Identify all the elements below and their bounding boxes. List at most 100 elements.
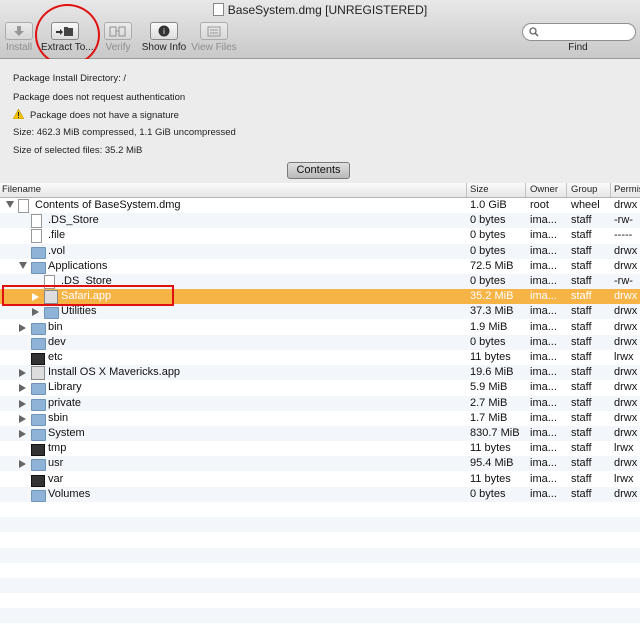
table-row[interactable]: etc 11 bytes ima... staff lrwx (0, 350, 640, 365)
table-row[interactable]: .DS_Store 0 bytes ima... staff -rw- (0, 274, 640, 289)
row-group: staff (571, 381, 592, 394)
terminal-icon (31, 353, 45, 365)
row-filename: Volumes (48, 487, 91, 500)
table-row[interactable]: tmp 11 bytes ima... staff lrwx (0, 441, 640, 457)
table-row[interactable]: usr 95.4 MiB ima... staff drwx (0, 456, 640, 472)
row-permissions: drwx (614, 457, 638, 470)
contents-button[interactable]: Contents (287, 162, 350, 179)
table-row[interactable]: Install OS X Mavericks.app 19.6 MiB ima...… (0, 365, 640, 381)
table-row[interactable]: Safari.app 35.2 MiB ima... staff drwx (0, 289, 640, 305)
table-row[interactable]: Library 5.9 MiB ima... staff drwx (0, 380, 640, 396)
row-owner: ima... (530, 381, 557, 394)
column-group[interactable]: Group (571, 184, 597, 195)
folder-icon (31, 429, 46, 441)
disclosure-expanded-icon[interactable] (6, 201, 14, 208)
row-filename: Contents of BaseSystem.dmg (35, 199, 181, 211)
verify-button[interactable]: Verify (94, 22, 142, 53)
column-filename[interactable]: Filename (2, 184, 41, 195)
row-size: 1.7 MiB (470, 411, 508, 424)
show-info-label: Show Info (141, 42, 187, 53)
row-owner: ima... (530, 275, 557, 287)
info-icon: i (150, 22, 178, 40)
disclosure-collapsed-icon[interactable] (19, 460, 26, 469)
row-group: staff (571, 214, 592, 227)
disclosure-collapsed-icon[interactable] (19, 369, 26, 378)
disclosure-expanded-icon[interactable] (19, 261, 27, 269)
row-permissions: drwx (614, 199, 638, 211)
table-row[interactable]: Utilities 37.3 MiB ima... staff drwx (0, 304, 640, 320)
row-group: staff (571, 290, 592, 303)
table-row[interactable]: var 11 bytes ima... staff lrwx (0, 472, 640, 487)
row-size: 19.6 MiB (470, 366, 514, 379)
selected-size-text: Size of selected files: 35.2 MiB (13, 145, 143, 156)
row-filename: var (48, 472, 64, 485)
table-row[interactable]: bin 1.9 MiB ima... staff drwx (0, 320, 640, 335)
extract-to-button[interactable]: Extract To... (41, 22, 94, 53)
row-size: 37.3 MiB (470, 305, 514, 318)
row-permissions: drwx (614, 305, 638, 318)
row-group: staff (571, 442, 592, 455)
folder-icon (31, 398, 46, 411)
disclosure-collapsed-icon[interactable] (19, 430, 26, 438)
authentication-text: Package does not request authentication (13, 92, 186, 103)
window-title-bar: BaseSystem.dmg [UNREGISTERED] (0, 3, 640, 17)
column-divider[interactable] (566, 183, 567, 197)
table-row[interactable]: Contents of BaseSystem.dmg 1.0 GiB root whe… (0, 198, 640, 213)
view-files-button[interactable]: View Files (190, 22, 238, 53)
document-icon (212, 3, 224, 16)
column-divider[interactable] (525, 183, 526, 197)
row-owner: ima... (530, 229, 557, 242)
table-row[interactable]: private 2.7 MiB ima... staff drwx (0, 395, 640, 411)
row-size: 11 bytes (470, 351, 511, 363)
table-row[interactable]: .file 0 bytes ima... staff ----- (0, 228, 640, 244)
row-filename: etc (48, 351, 63, 363)
table-header: Filename Size Owner Group Permis (0, 183, 640, 198)
row-permissions: -rw- (614, 214, 633, 227)
row-permissions: drwx (614, 396, 638, 409)
column-owner[interactable]: Owner (530, 184, 558, 195)
disclosure-collapsed-icon[interactable] (19, 414, 26, 423)
signature-text: Package does not have a signature (30, 110, 179, 121)
row-filename: Safari.app (61, 290, 112, 303)
disclosure-collapsed-icon[interactable] (32, 308, 39, 317)
row-group: wheel (571, 199, 600, 211)
row-filename: .vol (48, 244, 66, 257)
row-filename: Applications (48, 259, 108, 272)
column-permissions[interactable]: Permis (614, 184, 640, 195)
search-field[interactable] (522, 23, 636, 41)
disclosure-collapsed-icon[interactable] (32, 293, 39, 302)
row-filename: tmp (48, 442, 67, 455)
table-row[interactable]: sbin 1.7 MiB ima... staff drwx (0, 411, 640, 426)
table-row[interactable]: Applications 72.5 MiB ima... staff drwx (0, 259, 640, 274)
file-icon (31, 214, 42, 229)
extract-to-label: Extract To... (41, 42, 94, 53)
table-row[interactable]: .vol 0 bytes ima... staff drwx (0, 243, 640, 259)
row-size: 0 bytes (470, 244, 506, 257)
row-size: 1.0 GiB (470, 199, 507, 211)
file-list: Contents of BaseSystem.dmg 1.0 GiB root whe… (0, 198, 640, 632)
app-icon (44, 290, 58, 305)
column-divider[interactable] (466, 183, 467, 197)
table-row[interactable]: dev 0 bytes ima... staff drwx (0, 334, 640, 350)
table-row[interactable]: System 830.7 MiB ima... staff drwx (0, 426, 640, 441)
disclosure-collapsed-icon[interactable] (19, 399, 26, 408)
row-group: staff (571, 396, 592, 409)
column-divider[interactable] (610, 183, 611, 197)
show-info-button[interactable]: i Show Info (140, 22, 188, 53)
disclosure-collapsed-icon[interactable] (19, 323, 26, 332)
row-filename: Utilities (61, 305, 97, 318)
table-row[interactable]: .DS_Store 0 bytes ima... staff -rw- (0, 213, 640, 229)
column-size[interactable]: Size (470, 184, 488, 195)
disclosure-collapsed-icon[interactable] (19, 384, 26, 393)
row-filename: Install OS X Mavericks.app (48, 366, 181, 379)
row-permissions: drwx (614, 320, 638, 333)
row-size: 95.4 MiB (470, 457, 514, 470)
find-label: Find (568, 42, 588, 53)
row-filename: sbin (48, 411, 69, 424)
row-permissions: drwx (614, 487, 638, 500)
empty-row (0, 517, 640, 533)
install-button[interactable]: Install (0, 22, 43, 53)
file-icon (31, 229, 42, 244)
row-group: staff (571, 411, 592, 424)
table-row[interactable]: Volumes 0 bytes ima... staff drwx (0, 486, 640, 502)
